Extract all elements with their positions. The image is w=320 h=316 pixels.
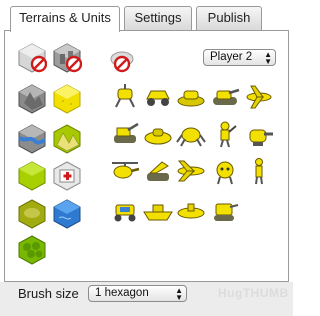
hover-tank-unit-icon[interactable] (142, 120, 174, 148)
artillery-unit-icon[interactable] (109, 120, 141, 148)
stepper-arrows-icon: ▲ ▼ (175, 285, 183, 302)
brush-size-label: Brush size (18, 286, 79, 301)
droid-unit-icon[interactable] (209, 157, 241, 185)
rover-unit-icon[interactable] (109, 196, 141, 224)
city-gray-tile-icon[interactable] (52, 42, 82, 74)
mountain-tile-icon[interactable] (17, 83, 47, 115)
turret-unit-icon[interactable] (243, 120, 275, 148)
stepper-arrows-icon: ▲ ▼ (264, 49, 272, 66)
tab-terrains-units[interactable]: Terrains & Units (10, 6, 120, 32)
helicopter-unit-icon[interactable] (109, 157, 141, 185)
jet-unit-icon[interactable] (175, 157, 207, 185)
tab-settings[interactable]: Settings (124, 6, 192, 30)
player-select[interactable]: Player 2 ▲ ▼ (203, 49, 276, 66)
buggy-unit-icon[interactable] (142, 82, 174, 110)
erase-terrain-icon[interactable] (17, 42, 47, 74)
launcher-unit-icon[interactable] (142, 157, 174, 185)
trooper-unit-icon[interactable] (243, 157, 275, 185)
grassland-tile-icon[interactable] (17, 160, 47, 192)
watermark: HugTHUMB (218, 286, 289, 300)
walker-unit-icon[interactable] (109, 82, 141, 110)
brush-size-value: 1 hexagon (95, 287, 149, 299)
soldier-unit-icon[interactable] (209, 120, 241, 148)
hospital-tile-icon[interactable] (52, 160, 82, 192)
brush-size-select[interactable]: 1 hexagon ▲ ▼ (88, 285, 187, 302)
player-select-value: Player 2 (210, 51, 253, 63)
crab-unit-icon[interactable] (175, 120, 207, 148)
tank-unit-icon[interactable] (209, 82, 241, 110)
hovercraft-unit-icon[interactable] (175, 82, 207, 110)
forest-tile-icon[interactable] (17, 234, 47, 266)
erase-unit-icon[interactable] (106, 47, 138, 75)
mech-unit-icon[interactable] (209, 196, 241, 224)
boat-unit-icon[interactable] (142, 196, 174, 224)
plane-unit-icon[interactable] (243, 82, 275, 110)
tab-publish[interactable]: Publish (196, 6, 262, 30)
plain-tile-icon[interactable] (52, 83, 82, 115)
lake-tile-icon[interactable] (52, 198, 82, 230)
mountains-green-tile-icon[interactable] (52, 123, 82, 155)
submarine-unit-icon[interactable] (175, 196, 207, 224)
river-tile-icon[interactable] (17, 123, 47, 155)
swamp-tile-icon[interactable] (17, 198, 47, 230)
